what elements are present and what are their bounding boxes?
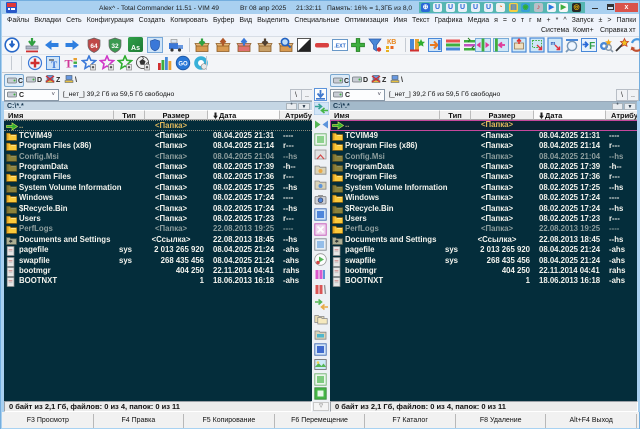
svg-text:32: 32 xyxy=(111,43,119,50)
svg-text:T: T xyxy=(64,57,72,71)
svg-text:m: m xyxy=(551,41,556,47)
svg-text:КВ: КВ xyxy=(387,39,396,46)
svg-text:64: 64 xyxy=(90,43,98,50)
svg-text:.EXT: .EXT xyxy=(334,44,346,50)
svg-text:F: F xyxy=(589,41,595,52)
svg-text:T: T xyxy=(51,61,58,71)
svg-text:GO: GO xyxy=(178,62,188,68)
